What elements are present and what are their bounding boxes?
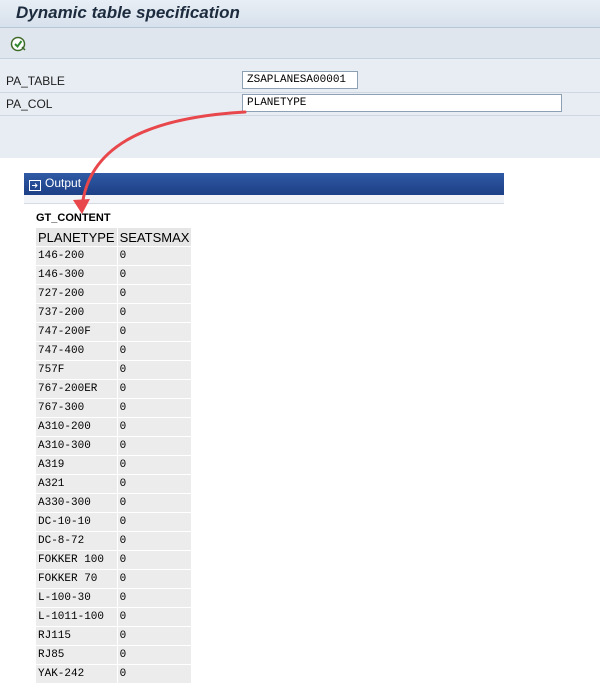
planetype-cell: 757F [36, 361, 117, 379]
planetype-cell: A330-300 [36, 494, 117, 512]
table-row: DC-10-10 0 [36, 513, 192, 531]
table-row: L-1011-100 0 [36, 608, 192, 626]
planetype-cell: 747-200F [36, 323, 117, 341]
table-row: FOKKER 100 0 [36, 551, 192, 569]
table-header-row: PLANETYPE SEATSMAX [36, 228, 192, 246]
seatsmax-cell: 0 [117, 608, 192, 626]
table-row: L-100-30 0 [36, 589, 192, 607]
output-window: Output [24, 173, 504, 204]
seatsmax-cell: 0 [117, 627, 192, 645]
planetype-cell: DC-8-72 [36, 532, 117, 550]
output-subbar [24, 195, 504, 204]
seatsmax-cell: 0 [117, 646, 192, 664]
output-title: Output [45, 176, 82, 190]
pa-col-input[interactable] [242, 94, 562, 112]
table-row: 747-200F 0 [36, 323, 192, 341]
planetype-cell: FOKKER 70 [36, 570, 117, 588]
planetype-cell: L-1011-100 [36, 608, 117, 626]
seatsmax-cell: 0 [117, 532, 192, 550]
planetype-cell: 737-200 [36, 304, 117, 322]
table-row: A310-300 0 [36, 437, 192, 455]
planetype-cell: 767-200ER [36, 380, 117, 398]
pa-col-label: PA_COL [6, 97, 53, 111]
seatsmax-cell: 0 [117, 342, 192, 360]
seatsmax-cell: 0 [117, 665, 192, 683]
seatsmax-cell: 0 [117, 513, 192, 531]
application-toolbar [0, 28, 600, 59]
seatsmax-cell: 0 [117, 437, 192, 455]
planetype-cell: DC-10-10 [36, 513, 117, 531]
table-row: 146-300 0 [36, 266, 192, 284]
column-header-planetype: PLANETYPE [36, 228, 117, 246]
title-bar: Dynamic table specification [0, 0, 600, 28]
table-row: 747-400 0 [36, 342, 192, 360]
seatsmax-cell: 0 [117, 570, 192, 588]
seatsmax-cell: 0 [117, 418, 192, 436]
table-row: 767-300 0 [36, 399, 192, 417]
planetype-cell: RJ115 [36, 627, 117, 645]
selection-screen: PA_TABLE PA_COL [0, 59, 600, 158]
output-header: Output [24, 173, 504, 195]
seatsmax-cell: 0 [117, 361, 192, 379]
planetype-cell: 146-200 [36, 247, 117, 265]
table-row: A321 0 [36, 475, 192, 493]
pa-table-input[interactable] [242, 71, 358, 89]
window-title: Dynamic table specification [16, 3, 240, 22]
planetype-cell: YAK-242 [36, 665, 117, 683]
seatsmax-cell: 0 [117, 323, 192, 341]
planetype-cell: 767-300 [36, 399, 117, 417]
planetype-cell: A319 [36, 456, 117, 474]
table-row: RJ85 0 [36, 646, 192, 664]
seatsmax-cell: 0 [117, 456, 192, 474]
table-row: DC-8-72 0 [36, 532, 192, 550]
seatsmax-cell: 0 [117, 494, 192, 512]
table-row: 767-200ER 0 [36, 380, 192, 398]
table-row: A310-200 0 [36, 418, 192, 436]
seatsmax-cell: 0 [117, 247, 192, 265]
seatsmax-cell: 0 [117, 551, 192, 569]
planetype-cell: FOKKER 100 [36, 551, 117, 569]
seatsmax-cell: 0 [117, 285, 192, 303]
planetype-cell: 747-400 [36, 342, 117, 360]
table-row: 757F 0 [36, 361, 192, 379]
seatsmax-cell: 0 [117, 589, 192, 607]
pa-table-label: PA_TABLE [6, 74, 65, 88]
seatsmax-cell: 0 [117, 399, 192, 417]
planetype-cell: L-100-30 [36, 589, 117, 607]
column-header-seatsmax: SEATSMAX [117, 228, 192, 246]
output-window-icon [29, 178, 41, 191]
gt-content-title: GT_CONTENT [36, 212, 111, 224]
seatsmax-cell: 0 [117, 380, 192, 398]
seatsmax-cell: 0 [117, 266, 192, 284]
planetype-cell: RJ85 [36, 646, 117, 664]
table-row: RJ115 0 [36, 627, 192, 645]
planetype-cell: A321 [36, 475, 117, 493]
field-row-pa-table: PA_TABLE [0, 70, 600, 93]
table-row: FOKKER 70 0 [36, 570, 192, 588]
planetype-cell: 727-200 [36, 285, 117, 303]
field-row-pa-col: PA_COL [0, 93, 600, 116]
table-row: A330-300 0 [36, 494, 192, 512]
planetype-cell: A310-300 [36, 437, 117, 455]
table-row: 727-200 0 [36, 285, 192, 303]
table-row: YAK-242 0 [36, 665, 192, 683]
table-row: 737-200 0 [36, 304, 192, 322]
gt-content-table: PLANETYPE SEATSMAX 146-200 0 146-300 0 727-2… [35, 227, 192, 684]
execute-icon[interactable] [10, 35, 28, 53]
planetype-cell: 146-300 [36, 266, 117, 284]
planetype-cell: A310-200 [36, 418, 117, 436]
table-row: A319 0 [36, 456, 192, 474]
seatsmax-cell: 0 [117, 304, 192, 322]
table-row: 146-200 0 [36, 247, 192, 265]
seatsmax-cell: 0 [117, 475, 192, 493]
